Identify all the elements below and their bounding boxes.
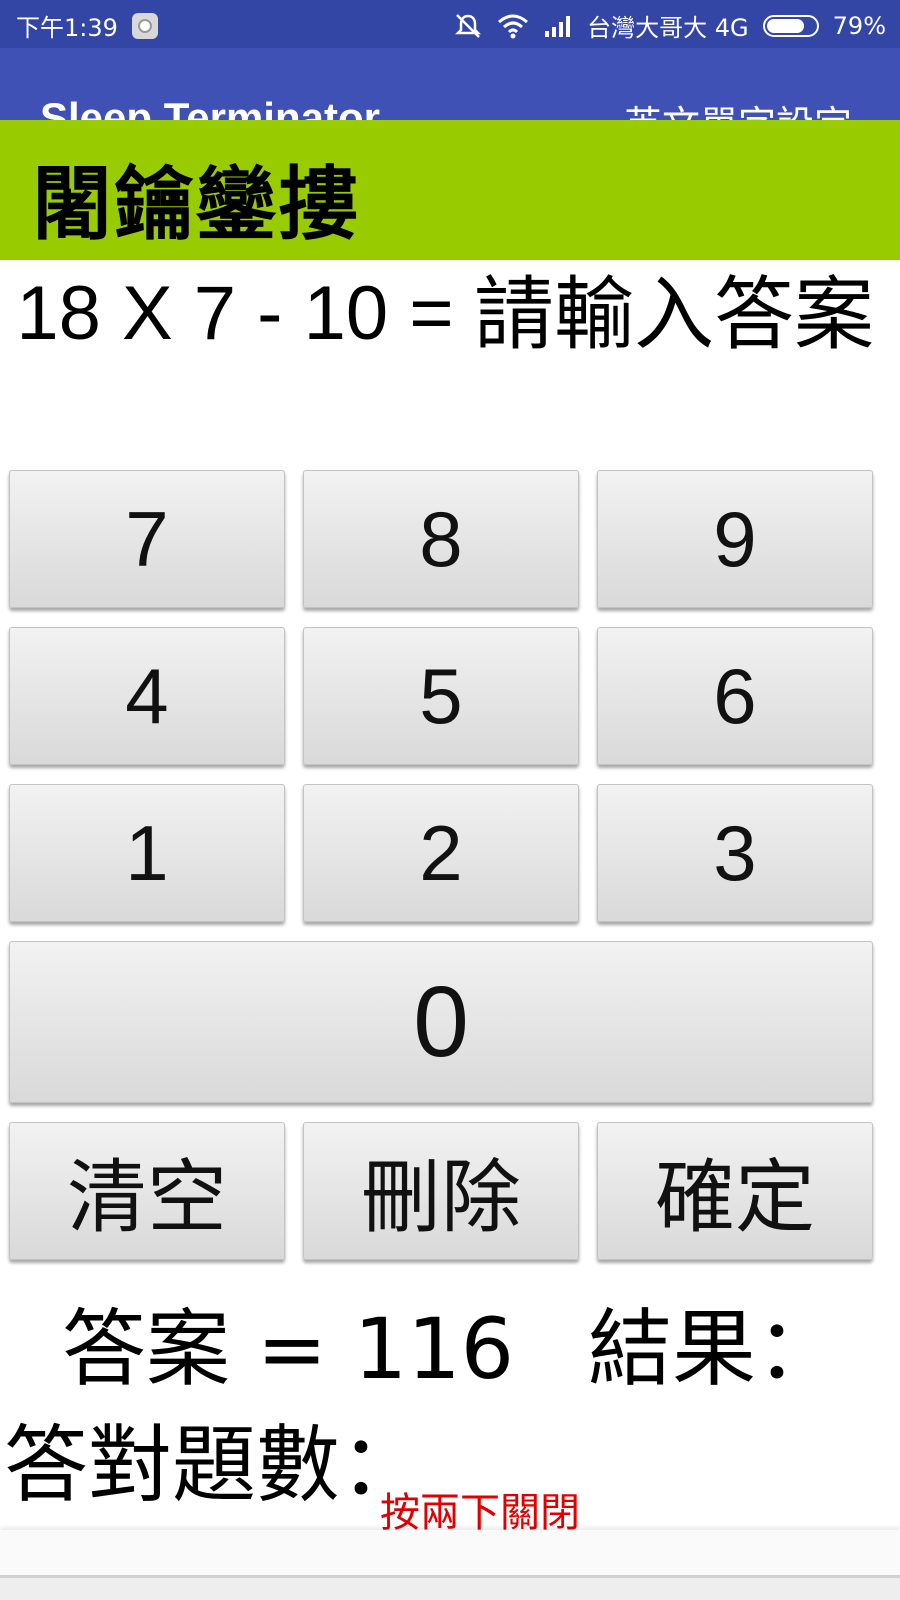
status-left: 下午1:39 [16,8,158,43]
key-5[interactable]: 5 [303,627,579,765]
key-6[interactable]: 6 [597,627,873,765]
english-word-settings-menu[interactable]: 英文單字設定 [624,94,852,120]
word-banner: 闍鑰鑾摟 [0,120,900,260]
status-right: 台灣大哥大 4G 79% [453,8,886,43]
banner-text: 闍鑰鑾摟 [32,158,360,251]
wifi-icon [498,14,529,38]
confirm-button[interactable]: 確定 [597,1122,873,1260]
battery-percent: 79% [832,11,886,40]
app-bar: Sleep Terminator 英文單字設定 [0,48,900,120]
key-4[interactable]: 4 [9,627,285,765]
math-question: 18 X 7 - 10 = [16,271,454,356]
status-time: 下午1:39 [16,14,118,42]
battery-icon [762,14,819,37]
key-8[interactable]: 8 [303,470,579,608]
key-7[interactable]: 7 [9,470,285,608]
status-bar: 下午1:39 台灣大哥大 4G 79% [0,0,900,48]
screen: 下午1:39 台灣大哥大 4G 79% Sleep Terminator 闍鑰鑾… [0,0,900,1600]
answer-prompt: 請輸入答案 [474,268,874,361]
key-0[interactable]: 0 [9,941,873,1103]
app-title: Sleep Terminator [40,94,380,120]
key-9[interactable]: 9 [597,470,873,608]
app-notification-icon [131,12,158,39]
correct-count-label: 答對題數： [4,1416,425,1514]
delete-button[interactable]: 刪除 [303,1122,579,1260]
key-1[interactable]: 1 [9,784,285,922]
answer-display: 答案 = 116 [62,1300,515,1398]
key-2[interactable]: 2 [303,784,579,922]
result-label: 結果： [588,1300,841,1398]
signal-icon [545,15,571,37]
carrier-label: 台灣大哥大 4G [587,14,749,42]
key-3[interactable]: 3 [597,784,873,922]
clear-button[interactable]: 清空 [9,1122,285,1260]
mute-vibrate-icon [455,13,482,38]
navigation-strip [0,1575,900,1600]
